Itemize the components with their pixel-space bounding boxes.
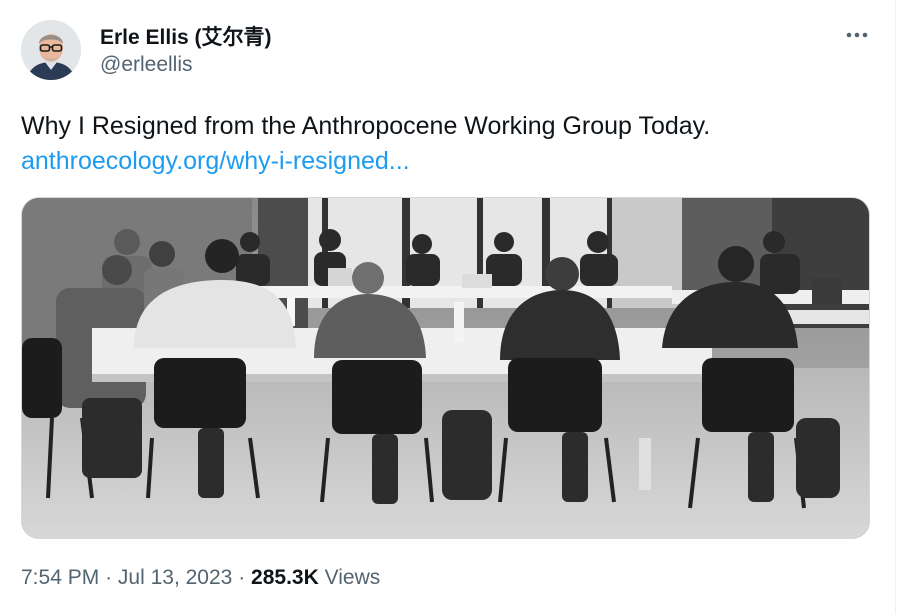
tweet-photo[interactable] [21,197,870,539]
tweet-time[interactable]: 7:54 PM [21,566,99,589]
meta-separator: · [105,566,113,589]
tweet-text: Why I Resigned from the Anthropocene Wor… [21,112,711,140]
meta-separator: · [238,566,246,589]
more-options-button[interactable] [838,22,876,48]
avatar-image [21,20,81,80]
views-label: Views [324,566,381,589]
tweet-meta: 7:54 PM · Jul 13, 2023 · 285.3K Views [21,566,380,590]
tweet-link[interactable]: anthroecology.org/why-i-resigned... [21,147,410,176]
author-name[interactable]: Erle Ellis (艾尔青) [100,21,272,51]
author-handle[interactable]: @erleellis [100,53,193,77]
tweet-date[interactable]: Jul 13, 2023 [118,566,232,589]
more-horizontal-icon [846,32,868,38]
timeline-divider [895,0,896,614]
avatar[interactable] [21,20,81,80]
meeting-photo-image [22,198,869,538]
views-count: 285.3K [251,566,319,589]
